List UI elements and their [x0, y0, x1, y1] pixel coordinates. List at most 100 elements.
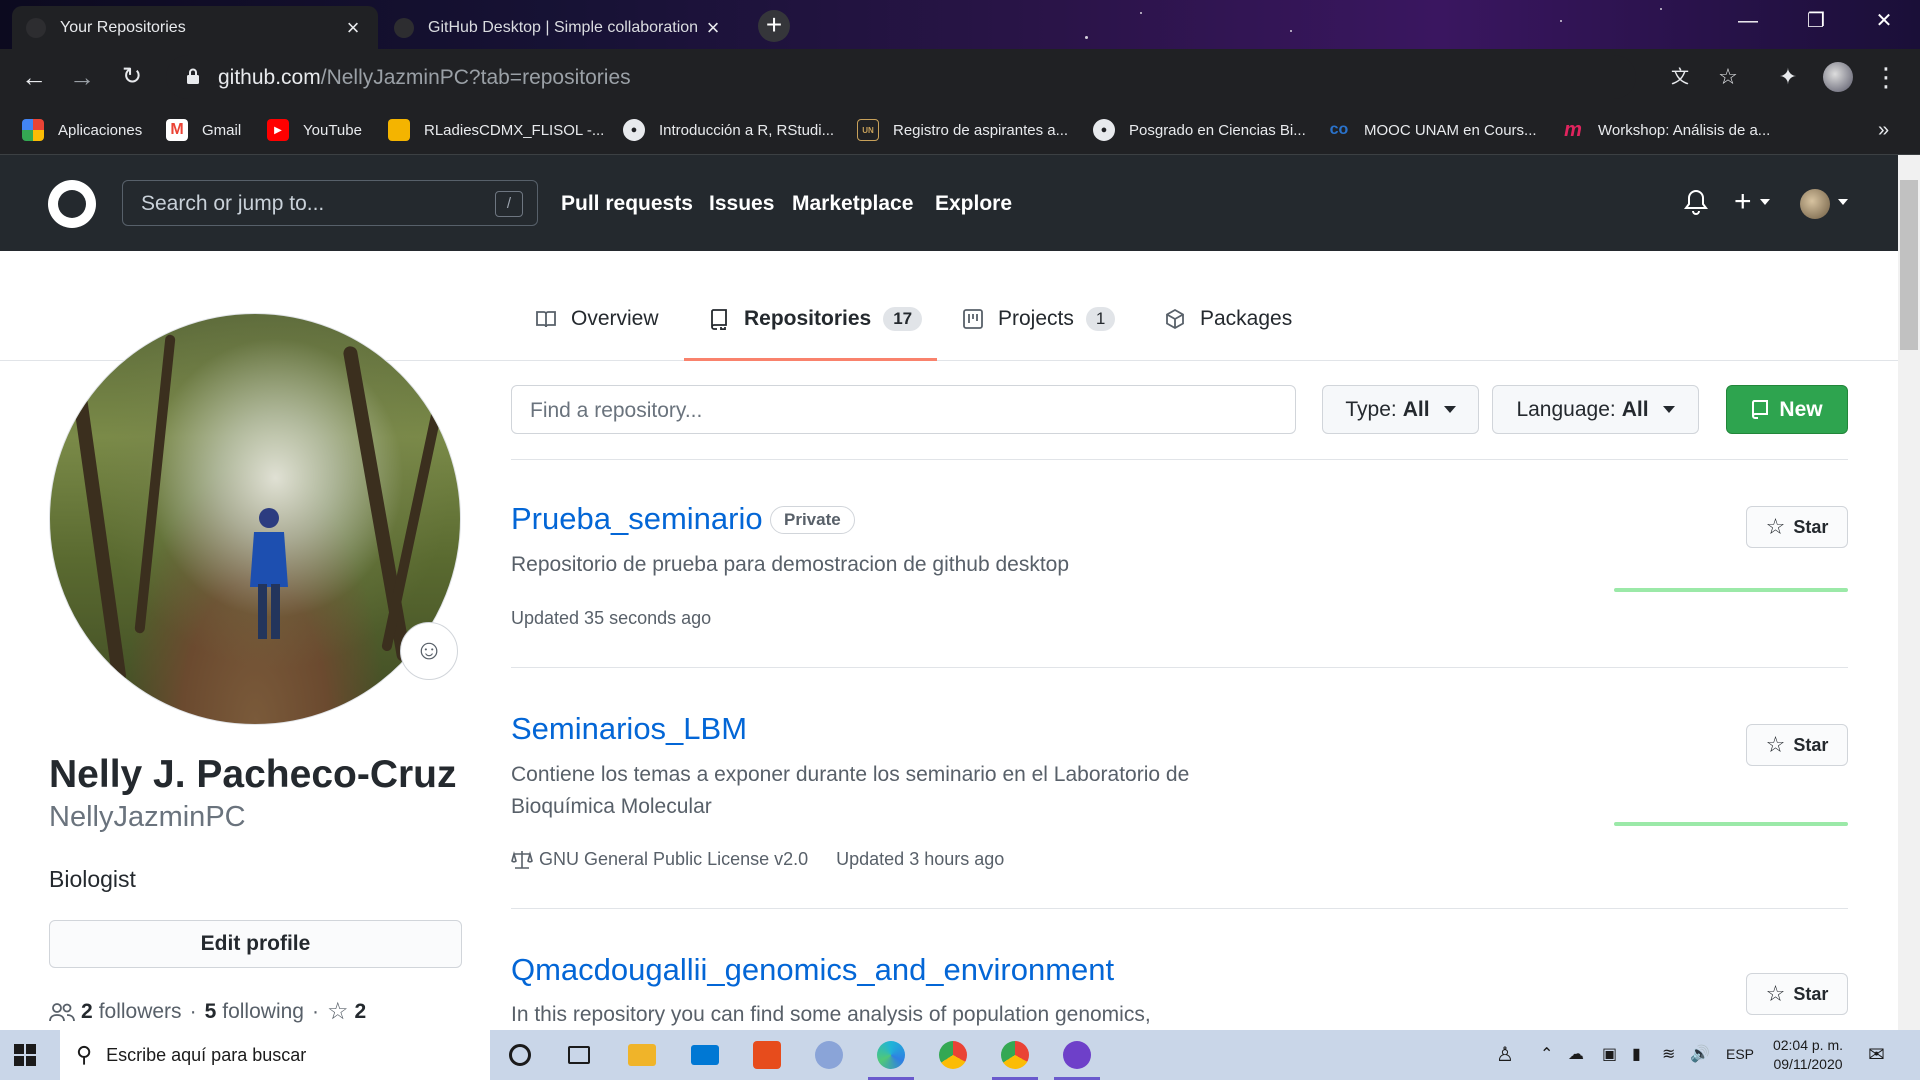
bookmark-rladies[interactable]: RLadiesCDMX_FLISOL -...: [388, 118, 604, 142]
bookmark-star-icon[interactable]: ☆: [1712, 61, 1744, 93]
followers-label: followers: [98, 999, 182, 1023]
star-repo-button[interactable]: ☆ Star: [1746, 973, 1848, 1015]
profile-photo[interactable]: [49, 313, 461, 725]
chevron-up-icon[interactable]: ⌃: [1540, 1044, 1553, 1064]
translate-icon[interactable]: 文: [1664, 61, 1696, 93]
battery-icon[interactable]: ▮: [1632, 1044, 1641, 1064]
more-bookmarks-button[interactable]: »: [1878, 118, 1889, 142]
set-status-smiley-icon[interactable]: ☺: [400, 622, 458, 680]
restore-window-button[interactable]: ❐: [1786, 0, 1846, 42]
input-language-indicator[interactable]: ESP: [1726, 1046, 1754, 1062]
star-repo-button[interactable]: ☆ Star: [1746, 506, 1848, 548]
bookmark-gmail[interactable]: M Gmail: [166, 118, 241, 142]
extensions-puzzle-icon[interactable]: ✦: [1772, 61, 1804, 93]
find-repository-input[interactable]: Find a repository...: [511, 385, 1296, 434]
new-tab-button[interactable]: +: [758, 10, 790, 42]
back-arrow-icon[interactable]: ←: [18, 61, 50, 93]
divider: [511, 459, 1848, 460]
tab-your-repositories[interactable]: Your Repositories ×: [12, 6, 378, 49]
star-repo-button[interactable]: ☆ Star: [1746, 724, 1848, 766]
repo-name-link[interactable]: Seminarios_LBM: [511, 711, 747, 747]
github-logo-icon[interactable]: [48, 180, 96, 228]
taskbar-search-placeholder: Escribe aquí para buscar: [106, 1044, 307, 1065]
reload-icon[interactable]: ↻: [116, 61, 148, 93]
close-window-button[interactable]: ✕: [1854, 0, 1914, 42]
tab-label: Packages: [1200, 307, 1293, 330]
tab-repositories[interactable]: Repositories 17: [684, 307, 937, 361]
edge-icon[interactable]: [862, 1030, 920, 1080]
forward-arrow-icon[interactable]: →: [66, 61, 98, 93]
taskbar-clock[interactable]: 02:04 p. m. 09/11/2020: [1766, 1036, 1850, 1074]
follow-stats: 2 followers · 5 following · ☆ 2: [49, 997, 372, 1026]
create-new-plus-icon[interactable]: +: [1734, 185, 1752, 219]
bookmark-registro-aspirantes[interactable]: UN Registro de aspirantes a...: [857, 118, 1068, 142]
new-button-label: New: [1779, 397, 1823, 421]
scrollbar-thumb[interactable]: [1900, 180, 1918, 350]
nav-pull-requests[interactable]: Pull requests: [561, 192, 693, 216]
minimize-window-button[interactable]: —: [1718, 0, 1778, 42]
nav-marketplace[interactable]: Marketplace: [792, 192, 913, 216]
bookmark-mooc-unam[interactable]: co MOOC UNAM en Cours...: [1328, 118, 1537, 142]
nav-explore[interactable]: Explore: [935, 192, 1012, 216]
tab-github-desktop[interactable]: GitHub Desktop | Simple collaboration f …: [380, 6, 738, 49]
chrome-icon[interactable]: [924, 1030, 982, 1080]
repo-name-link[interactable]: Prueba_seminario: [511, 501, 763, 537]
type-filter-dropdown[interactable]: Type: All: [1322, 385, 1479, 434]
stars-count: 2: [354, 999, 367, 1023]
bookmark-introduccion-r[interactable]: ● Introducción a R, RStudi...: [623, 118, 834, 142]
wifi-icon[interactable]: ≋: [1662, 1044, 1675, 1064]
repo-name-link[interactable]: Qmacdougallii_genomics_and_environment: [511, 952, 1114, 988]
clock-date: 09/11/2020: [1773, 1056, 1843, 1072]
github-favicon-icon: [394, 17, 414, 38]
background-star: [1140, 12, 1142, 14]
browser-menu-icon[interactable]: ⋮: [1870, 61, 1902, 93]
meet-now-icon[interactable]: ▣: [1602, 1044, 1617, 1064]
address-bar[interactable]: github.com/NellyJazminPC?tab=repositorie…: [166, 55, 1636, 99]
onedrive-icon[interactable]: ☁: [1568, 1044, 1584, 1064]
close-tab-icon[interactable]: ×: [702, 15, 724, 41]
photo-tree-trunk: [67, 354, 127, 684]
notifications-bell-icon[interactable]: [1684, 189, 1708, 215]
bookmark-posgrado[interactable]: ● Posgrado en Ciencias Bi...: [1093, 118, 1306, 142]
followers-link[interactable]: 2 followers: [81, 1000, 182, 1024]
edit-profile-button[interactable]: Edit profile: [49, 920, 462, 968]
star-icon: ☆: [1765, 732, 1786, 757]
following-link[interactable]: 5 following: [205, 1000, 304, 1024]
windows-start-icon[interactable]: [14, 1044, 36, 1066]
repo-icon: [711, 309, 727, 330]
people-tray-icon[interactable]: ♙: [1496, 1042, 1514, 1067]
starred-link[interactable]: ☆ 2: [327, 997, 372, 1026]
task-view-icon[interactable]: [550, 1030, 608, 1080]
notifications-icon[interactable]: ✉: [1868, 1042, 1885, 1067]
bookmark-workshop[interactable]: m Workshop: Análisis de a...: [1562, 118, 1770, 142]
chevron-down-icon: [1838, 199, 1848, 205]
bookmark-label: Posgrado en Ciencias Bi...: [1129, 121, 1306, 139]
following-count: 5: [204, 999, 217, 1023]
background-star: [1560, 20, 1562, 22]
bookmark-youtube[interactable]: ▶ YouTube: [267, 118, 362, 142]
taskbar-search-box[interactable]: ⚲ Escribe aquí para buscar: [60, 1030, 490, 1080]
office-icon[interactable]: [738, 1030, 796, 1080]
close-tab-icon[interactable]: ×: [342, 15, 364, 41]
github-desktop-icon[interactable]: [1048, 1030, 1106, 1080]
mail-icon[interactable]: [676, 1030, 734, 1080]
browser-tab-strip: Your Repositories × GitHub Desktop | Sim…: [0, 0, 1920, 49]
file-explorer-icon[interactable]: [613, 1030, 671, 1080]
search-placeholder: Search or jump to...: [141, 192, 325, 215]
github-search-input[interactable]: Search or jump to... /: [122, 180, 538, 226]
tab-overview[interactable]: Overview: [535, 307, 659, 361]
r-app-icon[interactable]: [800, 1030, 858, 1080]
language-filter-dropdown[interactable]: Language: All: [1492, 385, 1699, 434]
clock-time: 02:04 p. m.: [1772, 1037, 1844, 1053]
tab-projects[interactable]: Projects 1: [962, 307, 1116, 361]
new-repository-button[interactable]: New: [1726, 385, 1848, 434]
search-icon: ⚲: [76, 1042, 93, 1067]
nav-issues[interactable]: Issues: [709, 192, 774, 216]
tab-packages[interactable]: Packages: [1164, 307, 1292, 361]
volume-icon[interactable]: 🔊: [1690, 1044, 1710, 1064]
user-avatar[interactable]: [1800, 189, 1830, 219]
bookmark-aplicaciones[interactable]: Aplicaciones: [22, 118, 142, 142]
cortana-icon[interactable]: [491, 1030, 549, 1080]
profile-avatar-icon[interactable]: [1822, 61, 1854, 93]
chrome-profile-icon[interactable]: [986, 1030, 1044, 1080]
